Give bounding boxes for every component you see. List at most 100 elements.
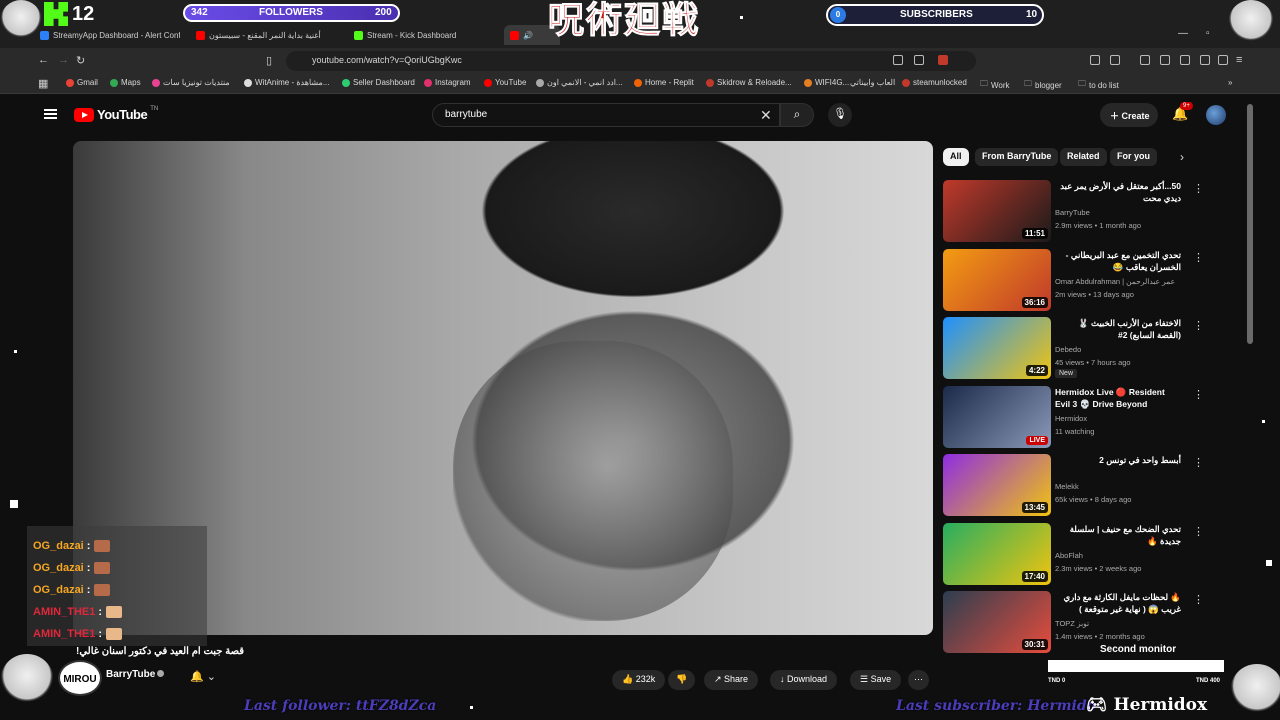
chip-all[interactable]: All: [943, 148, 969, 166]
clear-search-icon[interactable]: ✕: [760, 107, 772, 124]
more-options-icon[interactable]: ⋮: [1193, 593, 1204, 606]
recommendation-item[interactable]: 17:40 تحدي الضحك مع حنيف | سلسلة جديدة 🔥 A…: [943, 522, 1205, 587]
recommendation-thumbnail[interactable]: 17:40: [943, 522, 1051, 585]
skidrow-icon: [706, 78, 714, 87]
bookmark-youtube[interactable]: YouTube: [484, 78, 526, 87]
chip-for-you[interactable]: For you: [1110, 148, 1157, 166]
chip-related[interactable]: Related: [1060, 148, 1107, 166]
recommendation-item[interactable]: LIVE Hermidox Live 🔴 Resident Evil 3 💀 Dr…: [943, 385, 1205, 450]
recommendation-channel[interactable]: BarryTube: [1055, 208, 1090, 217]
bookmark-games[interactable]: العاب وابيناتي: [850, 78, 895, 87]
account-avatar[interactable]: [1206, 105, 1226, 125]
download-button[interactable]: ↓ Download: [770, 670, 838, 690]
scrollbar[interactable]: [1247, 104, 1253, 344]
tab-kick-dashboard[interactable]: Stream - Kick Dashboard: [354, 27, 474, 43]
bookmark-steamunlocked[interactable]: steamunlocked: [902, 78, 967, 87]
recommendation-title[interactable]: تحدي الضحك مع حنيف | سلسلة جديدة 🔥: [1055, 523, 1181, 547]
forward-icon[interactable]: →: [58, 54, 69, 66]
recommendation-item[interactable]: 11:51 50...أكبر معتقل في الأرض يمر عبد دي…: [943, 180, 1205, 244]
bookmark-icon[interactable]: ▯: [266, 54, 272, 67]
recommendation-meta: 1.4m views • 2 months ago: [1055, 632, 1145, 641]
voice-search-button[interactable]: 🎙: [828, 103, 852, 127]
music-icon[interactable]: [1140, 55, 1150, 65]
bookmark-wifi4g[interactable]: WIFI4G...: [804, 78, 849, 87]
apps-grid-icon[interactable]: ▦: [38, 77, 48, 90]
more-bookmarks-icon[interactable]: »: [1228, 78, 1232, 87]
recommendation-thumbnail[interactable]: 36:16: [943, 248, 1051, 311]
hamburger-menu-icon[interactable]: [44, 109, 57, 119]
bookmark-blogger[interactable]: 🗀 blogger: [1024, 78, 1062, 92]
share-button[interactable]: ↗ Share: [704, 670, 759, 690]
more-options-icon[interactable]: ⋮: [1193, 319, 1204, 332]
recommendation-channel[interactable]: Debedo: [1055, 345, 1081, 354]
search-button[interactable]: ⌕: [780, 103, 814, 127]
more-actions-button[interactable]: ⋯: [908, 670, 929, 690]
search-input[interactable]: barrytube: [432, 103, 780, 127]
save-button[interactable]: ☰ Save: [850, 670, 902, 690]
recommendation-thumbnail[interactable]: 11:51: [943, 180, 1051, 242]
chevron-right-icon[interactable]: ›: [1180, 150, 1184, 164]
bookmark-seller[interactable]: Seller Dashboard: [342, 78, 415, 87]
recommendation-title[interactable]: أبسط واحد في تونس 2: [1055, 454, 1181, 466]
url-field[interactable]: youtube.com/watch?v=QoriUGbgKwc: [286, 51, 976, 71]
recommendation-title[interactable]: 50...أكبر معتقل في الأرض يمر عبد ديدي مح…: [1055, 180, 1181, 204]
vpn-icon[interactable]: [1218, 55, 1228, 65]
goal-start: TND 0: [1048, 678, 1066, 684]
wallet-icon[interactable]: [1180, 55, 1190, 65]
reload-icon[interactable]: ↻: [76, 54, 85, 67]
bookmark-maps[interactable]: Maps: [110, 78, 141, 87]
create-button[interactable]: ＋ Create: [1100, 103, 1158, 127]
recommendation-title[interactable]: الاختفاء من الأرنب الخبيث 🐰 (القصة الساب…: [1055, 317, 1181, 341]
cast-icon[interactable]: [893, 55, 903, 65]
tab-song[interactable]: أغنية بداية النمر المقنع - سبيستون: [196, 27, 340, 43]
extension-icon[interactable]: [1110, 55, 1120, 65]
bookmark-anime[interactable]: ادد انمي - الانمي اون...: [536, 78, 623, 87]
recommendation-title[interactable]: تحدي التخمين مع عبد البريطاني - الخسران …: [1055, 249, 1181, 273]
youtube-logo[interactable]: YouTube TN: [74, 106, 158, 122]
recommendation-channel[interactable]: Omar Abdulrahman | عمر عبدالرحمن: [1055, 277, 1175, 286]
recommendation-title[interactable]: Hermidox Live 🔴 Resident Evil 3 💀 Drive …: [1055, 386, 1181, 412]
bookmark-todo[interactable]: 🗀 to do list: [1078, 78, 1119, 92]
recommendation-channel[interactable]: Hermidox: [1055, 414, 1087, 423]
bookmark-skidrow[interactable]: Skidrow & Reloade...: [706, 78, 792, 87]
bookmark-work[interactable]: 🗀 Work: [980, 78, 1010, 92]
more-options-icon[interactable]: ⋮: [1193, 456, 1204, 469]
more-options-icon[interactable]: ⋮: [1193, 525, 1204, 538]
subscribed-bell-icon[interactable]: 🔔 ⌄: [190, 670, 216, 683]
recommendation-title[interactable]: 🔥 لحظات مايفل الكارثة مع داري غريب 😱 ( ن…: [1055, 591, 1181, 615]
channel-name[interactable]: BarryTube: [106, 669, 165, 680]
bookmark-gmail[interactable]: Gmail: [66, 78, 98, 87]
recommendation-channel[interactable]: TOPZ توبز: [1055, 619, 1089, 628]
recommendation-item[interactable]: 36:16 تحدي التخمين مع عبد البريطاني - الخ…: [943, 248, 1205, 313]
recommendation-thumbnail[interactable]: 30:31: [943, 591, 1051, 653]
more-options-icon[interactable]: ⋮: [1193, 388, 1204, 401]
recommendation-channel[interactable]: Melekk: [1055, 482, 1079, 491]
bookmark-witanime[interactable]: WitAnime - مشاهدة...: [244, 78, 329, 87]
recommendation-thumbnail[interactable]: 4:22: [943, 317, 1051, 379]
chip-from-channel[interactable]: From BarryTube: [975, 148, 1059, 166]
maximize-icon[interactable]: ▫: [1206, 28, 1210, 39]
back-icon[interactable]: ←: [38, 54, 49, 66]
sidebar-icon[interactable]: [1160, 55, 1170, 65]
tab-streamyapp[interactable]: StreamyApp Dashboard - Alert Conf: [40, 27, 180, 43]
like-button[interactable]: 👍 232k: [612, 670, 666, 690]
recommendation-item[interactable]: 4:22 الاختفاء من الأرنب الخبيث 🐰 (القصة ا…: [943, 317, 1205, 381]
minimize-icon[interactable]: —: [1178, 28, 1188, 39]
bookmark-forum[interactable]: منتديات تونيزيا سات: [152, 78, 230, 87]
more-options-icon[interactable]: ⋮: [1193, 182, 1204, 195]
recommendation-item[interactable]: 13:45 أبسط واحد في تونس 2 Melekk 65k views …: [943, 454, 1205, 518]
bookmark-instagram[interactable]: Instagram: [424, 78, 471, 87]
bookmark-replit[interactable]: Home - Replit: [634, 78, 694, 87]
brave-shield-icon[interactable]: [938, 55, 948, 65]
download-icon[interactable]: [1200, 55, 1210, 65]
recommendation-thumbnail[interactable]: 13:45: [943, 454, 1051, 516]
recommendation-channel[interactable]: AboFlah: [1055, 551, 1083, 560]
tab-label: StreamyApp Dashboard - Alert Conf: [53, 30, 180, 40]
menu-icon[interactable]: ≡: [1236, 54, 1242, 66]
recommendation-thumbnail[interactable]: LIVE: [943, 385, 1051, 448]
extension-icon[interactable]: [1090, 55, 1100, 65]
more-options-icon[interactable]: ⋮: [1193, 251, 1204, 264]
dislike-button[interactable]: 👎: [668, 670, 696, 690]
channel-avatar[interactable]: MIROU: [58, 660, 102, 696]
share-page-icon[interactable]: [914, 55, 924, 65]
